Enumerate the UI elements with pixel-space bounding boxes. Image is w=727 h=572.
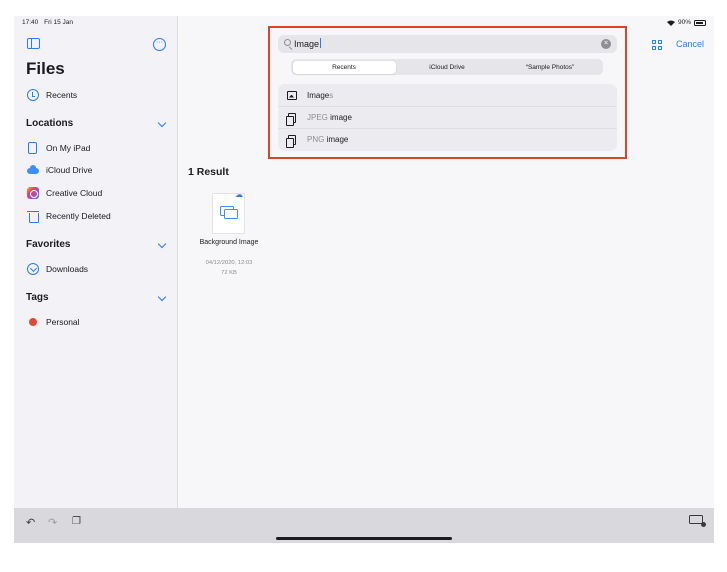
sidebar: 17:40 Fri 15 Jan ··· Files Recents Locat… — [14, 16, 178, 508]
wifi-icon — [666, 20, 675, 26]
locations-header: Locations — [26, 118, 74, 129]
sidebar-item-label: Downloads — [46, 264, 89, 274]
favorites-header: Favorites — [26, 239, 71, 250]
keyboard-icon[interactable] — [689, 515, 706, 527]
file-name[interactable]: Background Image — [194, 238, 264, 248]
file-thumbnail[interactable] — [212, 193, 245, 234]
sidebar-item-downloads[interactable]: Downloads — [27, 262, 88, 276]
sidebar-item-recents[interactable]: Recents — [27, 88, 77, 102]
file-size: 72 KB — [221, 270, 237, 276]
chevron-down-icon[interactable] — [157, 292, 167, 302]
cloud-download-icon: ☁ — [235, 190, 243, 199]
ipad-screen: 17:40 Fri 15 Jan ··· Files Recents Locat… — [14, 16, 714, 543]
more-options-icon[interactable]: ··· — [153, 38, 166, 51]
clipboard-icon[interactable]: ❐ — [72, 516, 81, 527]
sidebar-item-label: Recently Deleted — [46, 211, 111, 221]
image-file-icon — [220, 206, 239, 219]
battery-percentage: 90% — [677, 19, 691, 26]
file-date: 04/12/2020, 12:03 — [205, 260, 253, 266]
sidebar-item-recently-deleted[interactable]: Recently Deleted — [27, 209, 111, 223]
chevron-down-icon[interactable] — [157, 118, 167, 128]
sidebar-item-creative-cloud[interactable]: Creative Cloud — [27, 186, 102, 200]
sidebar-item-tag-personal[interactable]: Personal — [27, 315, 80, 329]
creative-cloud-icon — [27, 187, 39, 199]
cancel-button[interactable]: Cancel — [676, 39, 704, 49]
icloud-icon — [27, 164, 39, 176]
battery-icon — [694, 19, 706, 26]
bottom-toolbar: ↶ ↷ ❐ — [14, 508, 714, 543]
results-heading: 1 Result — [188, 166, 229, 178]
undo-icon[interactable]: ↶ — [26, 516, 35, 529]
ipad-icon — [28, 142, 37, 154]
file-metadata: 04/12/2020, 12:03 72 KB — [194, 258, 264, 278]
page-title: Files — [26, 59, 65, 78]
sidebar-item-label: On My iPad — [46, 143, 91, 153]
status-time: 17:40 — [22, 19, 39, 26]
sidebar-item-label: iCloud Drive — [46, 165, 93, 175]
status-bar-left: 17:40 Fri 15 Jan — [22, 19, 73, 26]
sidebar-toggle-icon[interactable] — [27, 38, 40, 49]
status-date: Fri 15 Jan — [44, 19, 73, 26]
trash-icon — [27, 210, 39, 223]
grid-view-icon[interactable] — [652, 40, 663, 51]
status-bar-right: 90% — [666, 19, 706, 26]
sidebar-item-label: Recents — [46, 90, 78, 100]
download-icon — [27, 263, 39, 275]
tag-color-dot-icon — [29, 318, 37, 326]
sidebar-item-label: Creative Cloud — [46, 188, 103, 198]
sidebar-item-label: Personal — [46, 317, 80, 327]
clock-icon — [27, 89, 39, 101]
redo-icon[interactable]: ↷ — [48, 516, 57, 529]
sidebar-item-on-my-ipad[interactable]: On My iPad — [27, 141, 90, 155]
chevron-down-icon[interactable] — [157, 239, 167, 249]
home-indicator — [276, 537, 452, 540]
annotation-highlight-box — [268, 26, 627, 159]
sidebar-item-icloud-drive[interactable]: iCloud Drive — [27, 163, 92, 177]
tags-header: Tags — [26, 292, 49, 303]
